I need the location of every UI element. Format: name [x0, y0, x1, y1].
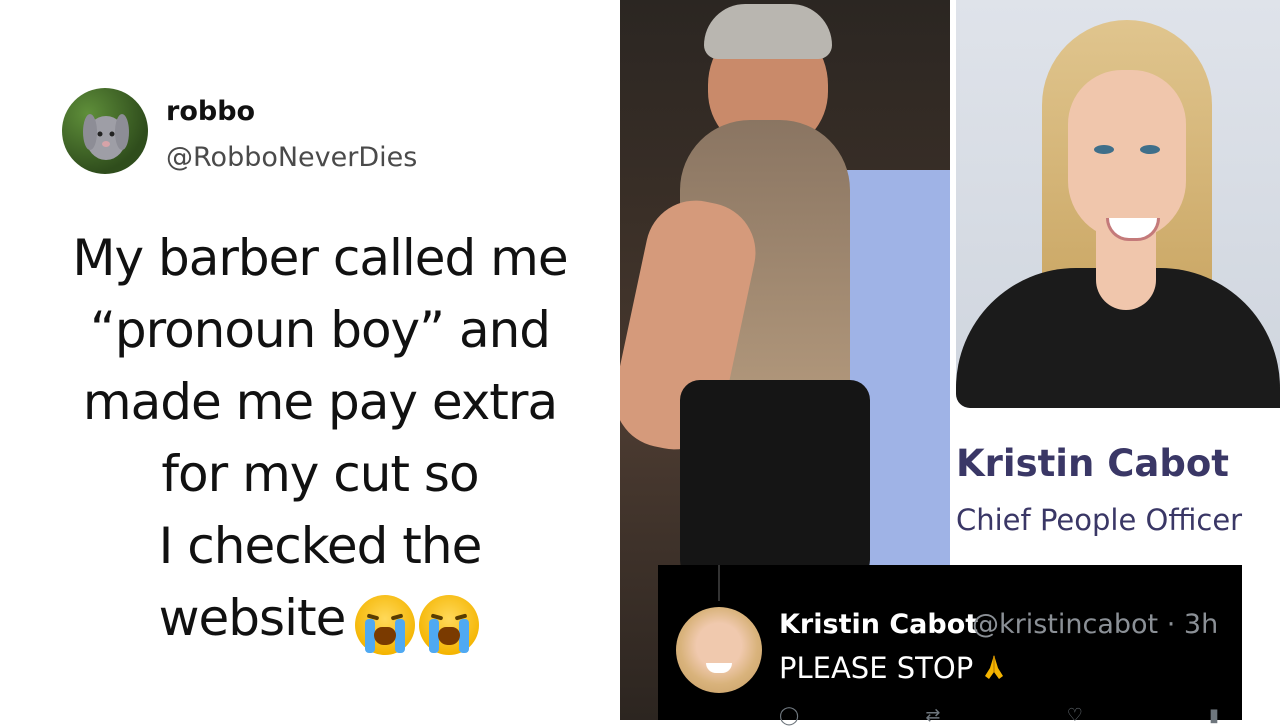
profile-title: Chief People Officer — [956, 503, 1243, 537]
reply-text-content: PLEASE STOP — [779, 651, 974, 685]
reply-text: PLEASE STOP — [779, 651, 1009, 685]
photo-man-hair — [704, 4, 832, 59]
folded-hands-icon — [985, 655, 1004, 679]
user-handle[interactable]: @RobboNeverDies — [166, 142, 417, 173]
tweet-last-line: website — [40, 582, 600, 658]
user-avatar[interactable] — [62, 88, 148, 174]
reply-actions: ◯ ⇄ ♡ ▮ — [779, 705, 1219, 726]
profile-portrait — [956, 0, 1280, 408]
tweet-text: My barber called me “pronoun boy” and ma… — [40, 222, 600, 658]
tweet-line: “pronoun boy” and — [89, 301, 551, 359]
tweet-line: website — [158, 589, 347, 647]
tweet-panel: robbo @RobboNeverDies My barber called m… — [0, 0, 620, 720]
bunny-icon — [83, 114, 129, 160]
tweet-line: made me pay extra — [82, 373, 558, 431]
loudly-crying-face-icon — [355, 595, 416, 655]
profile-name: Kristin Cabot — [956, 442, 1229, 485]
reply-display-name[interactable]: Kristin Cabot — [779, 609, 978, 640]
tweet-line: for my cut so — [161, 445, 479, 503]
user-display-name[interactable]: robbo — [166, 96, 255, 127]
loudly-crying-face-icon — [419, 595, 480, 655]
emoji-group — [353, 586, 481, 658]
reply-icon[interactable]: ◯ — [779, 705, 799, 726]
reply-tweet[interactable]: Kristin Cabot @kristincabot · 3h PLEASE … — [658, 565, 1242, 726]
thread-line — [718, 565, 720, 601]
tweet-line: My barber called me — [72, 229, 568, 287]
reply-avatar[interactable] — [676, 607, 762, 693]
photo-woman-top — [680, 380, 870, 580]
views-icon[interactable]: ▮ — [1209, 705, 1219, 726]
like-icon[interactable]: ♡ — [1067, 705, 1083, 726]
background-strip — [1242, 565, 1280, 720]
reply-handle-time[interactable]: @kristincabot · 3h — [972, 609, 1218, 640]
retweet-icon[interactable]: ⇄ — [925, 705, 940, 726]
tweet-line: I checked the — [158, 517, 483, 575]
